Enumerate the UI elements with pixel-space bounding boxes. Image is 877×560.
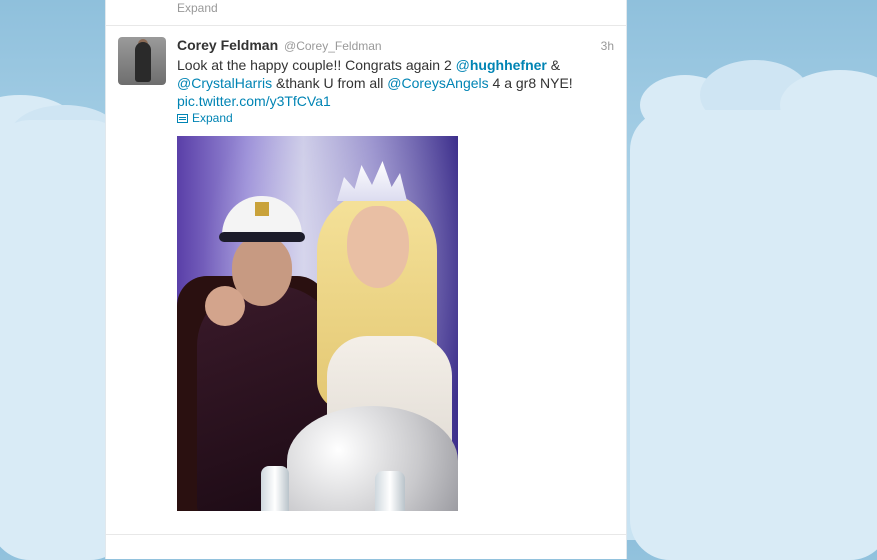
tweet[interactable]: Corey Feldman @Corey_Feldman 3h Look at … — [106, 26, 626, 535]
tweet-expand-link[interactable]: Expand — [177, 111, 233, 125]
mention-at-sign: @ — [455, 57, 470, 73]
tweet-fullname[interactable]: Corey Feldman — [177, 37, 278, 53]
tweet-header: Corey Feldman @Corey_Feldman — [177, 37, 382, 53]
pic-link[interactable]: pic.twitter.com/y3TfCVa1 — [177, 93, 331, 109]
previous-tweet[interactable]: Expand — [106, 0, 626, 26]
tweet-timestamp[interactable]: 3h — [601, 39, 614, 53]
background-cloud — [630, 110, 877, 560]
tweet-text-part: Look at the happy couple!! Congrats agai… — [177, 57, 456, 73]
tweet-text-part: & — [546, 57, 561, 73]
mention-coreysangels-link[interactable]: @CoreysAngels — [387, 75, 488, 91]
tweet-screen-name[interactable]: @Corey_Feldman — [284, 39, 382, 53]
previous-tweet-expand-link[interactable]: Expand — [177, 1, 218, 15]
mention-crystalharris-link[interactable]: @CrystalHarris — [177, 75, 272, 91]
avatar[interactable] — [118, 37, 166, 85]
mention-name: hughhefner — [469, 57, 547, 73]
tweet-photo[interactable] — [177, 136, 458, 511]
tweet-expand-label: Expand — [192, 111, 233, 125]
timeline-stream: Expand Corey Feldman @Corey_Feldman 3h L… — [105, 0, 627, 559]
photo-expand-icon — [177, 113, 188, 123]
mention-hughhefner-link[interactable]: @hughhefner — [456, 57, 547, 73]
tweet-text: Look at the happy couple!! Congrats agai… — [177, 56, 587, 110]
tweet-text-part: &thank U from all — [272, 75, 388, 91]
tweet-text-part: 4 a gr8 NYE! — [488, 75, 573, 91]
